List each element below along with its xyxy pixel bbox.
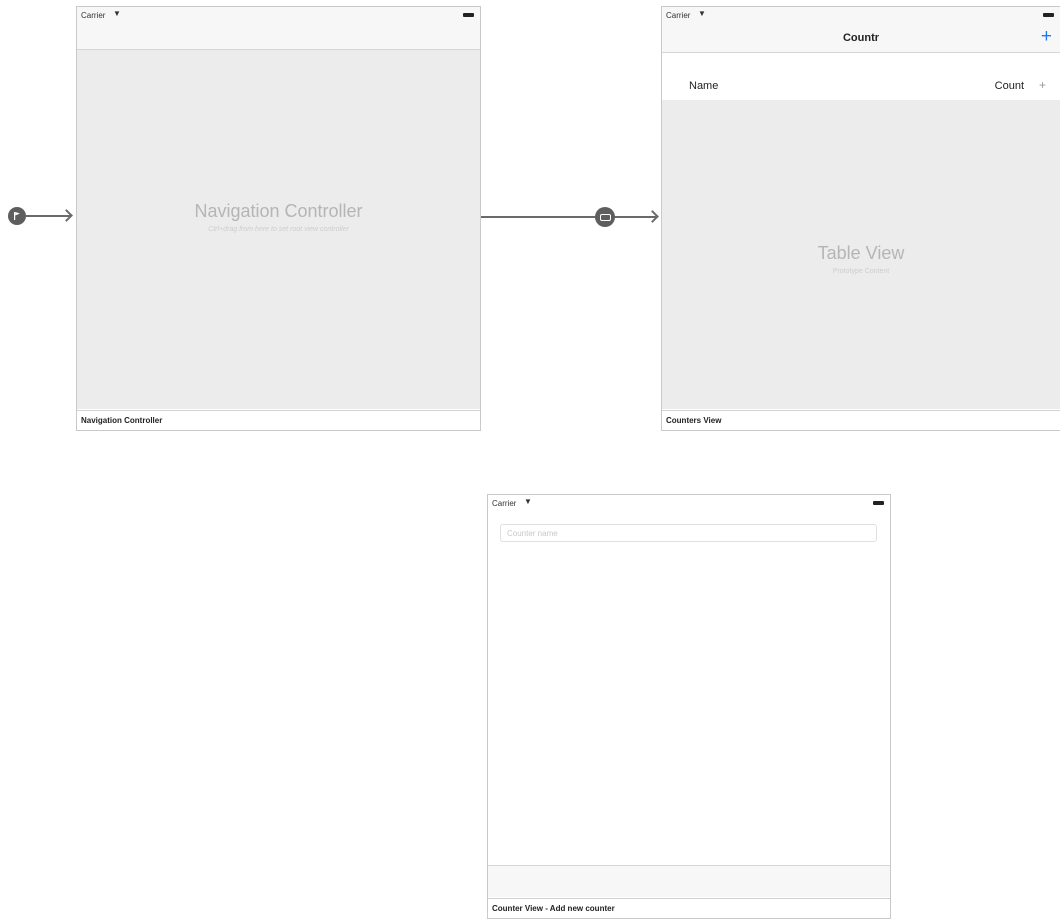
wifi-icon: ▼	[524, 497, 532, 506]
carrier-label: Carrier	[492, 499, 517, 508]
counter-name-field[interactable]: Counter name	[500, 524, 877, 542]
navigation-controller-footer[interactable]: Navigation Controller	[77, 410, 480, 430]
cell-name-label: Name	[689, 80, 719, 92]
table-view-title: Table View	[817, 243, 905, 263]
table-view-canvas: Table View Prototype Content	[662, 100, 1060, 409]
status-bar: Carrier ▼	[488, 495, 890, 513]
counter-view-scene[interactable]: Carrier ▼ Counter name Counter View - Ad…	[487, 494, 891, 919]
counters-view-footer[interactable]: Counters View	[662, 410, 1060, 430]
storyboard-entry-point-icon[interactable]	[8, 207, 26, 225]
segue-arrow-head	[646, 210, 659, 223]
battery-icon	[873, 501, 884, 505]
navigation-title: Countr	[842, 32, 880, 44]
navigation-controller-scene[interactable]: Carrier ▼ Navigation Controller Ctrl+dra…	[76, 6, 481, 431]
carrier-label: Carrier	[666, 11, 691, 20]
bottom-toolbar	[488, 865, 890, 897]
table-view-subtitle: Prototype Content	[832, 268, 890, 275]
status-bar: Carrier ▼	[662, 7, 1060, 25]
carrier-label: Carrier	[81, 11, 106, 20]
segue-line	[481, 216, 656, 218]
cell-plus-icon[interactable]: +	[1039, 78, 1046, 92]
wifi-icon: ▼	[698, 9, 706, 18]
navigation-controller-canvas: Navigation Controller Ctrl+drag from her…	[77, 50, 480, 409]
navigation-bar	[77, 25, 480, 50]
cell-count-label: Count	[994, 80, 1024, 92]
wifi-icon: ▼	[113, 9, 121, 18]
battery-icon	[463, 13, 474, 17]
flag-icon	[14, 212, 20, 220]
counter-view-footer[interactable]: Counter View - Add new counter	[488, 898, 890, 918]
entry-arrow-head	[60, 209, 73, 222]
battery-icon	[1043, 13, 1054, 17]
navigation-controller-title: Navigation Controller	[194, 201, 363, 221]
navigation-bar: Countr +	[662, 25, 1060, 53]
status-bar: Carrier ▼	[77, 7, 480, 25]
counters-view-scene[interactable]: Carrier ▼ Countr + Name Count + Table Vi…	[661, 6, 1060, 431]
relationship-segue-icon[interactable]	[595, 207, 615, 227]
navigation-controller-hint: Ctrl+drag from here to set root view con…	[208, 226, 349, 233]
table-cell[interactable]: Name Count +	[662, 72, 1060, 100]
add-button[interactable]: +	[1041, 26, 1052, 48]
